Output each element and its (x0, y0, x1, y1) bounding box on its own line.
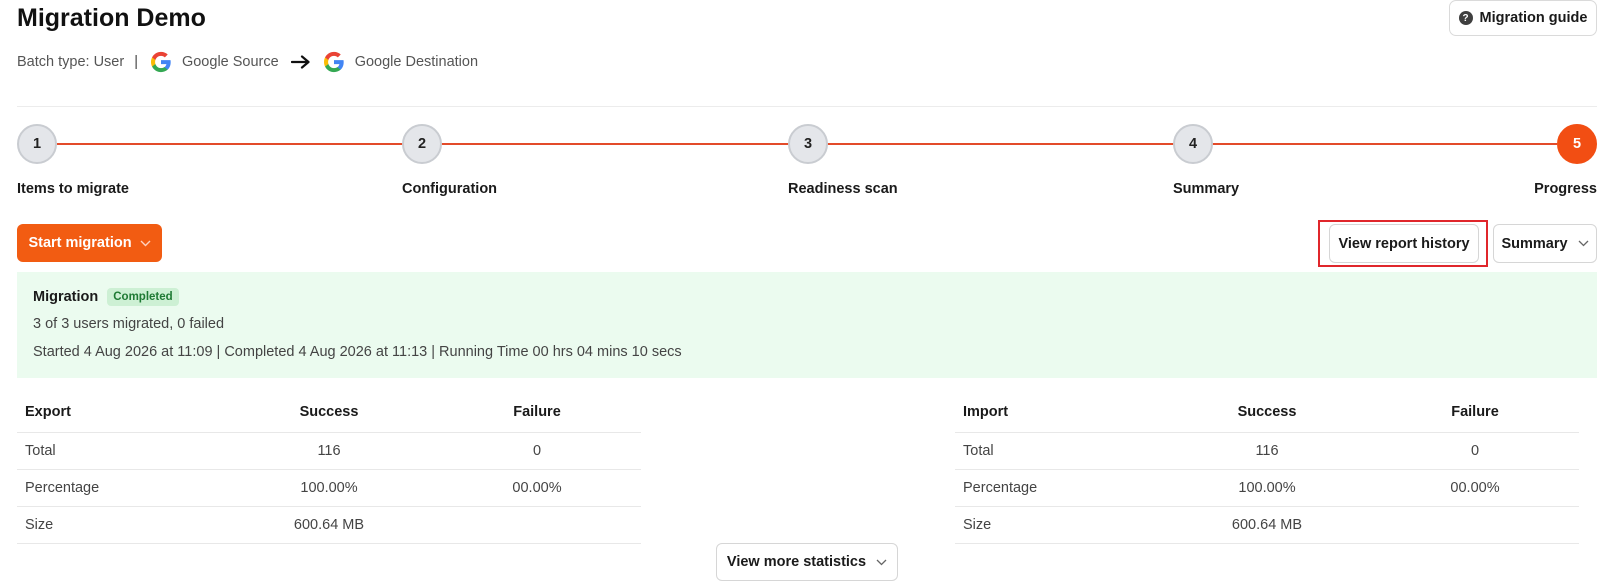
column-header: Failure (513, 404, 561, 420)
table-row: Total 116 0 (17, 431, 641, 469)
column-header: Success (1237, 404, 1297, 420)
migration-guide-button[interactable]: ? Migration guide (1449, 0, 1597, 36)
table-row: Size 600.64 MB (955, 505, 1579, 544)
status-badge: Completed (107, 288, 179, 306)
step-1[interactable]: 1 (17, 124, 57, 164)
view-more-statistics-button[interactable]: View more statistics (716, 543, 898, 581)
step-2[interactable]: 2 (402, 124, 442, 164)
column-header: Failure (1451, 404, 1499, 420)
chevron-down-icon (140, 240, 151, 246)
success-cell: 100.00% (225, 468, 433, 506)
source-label: Google Source (181, 54, 279, 70)
batch-separator: | (134, 54, 138, 70)
row-label: Size (955, 505, 1163, 544)
chevron-down-icon (876, 559, 887, 565)
table-row: Percentage 100.00% 00.00% (955, 468, 1579, 506)
status-timing: Started 4 Aug 2026 at 11:09 | Completed … (33, 344, 682, 360)
step-number: 5 (1572, 136, 1582, 152)
failure-cell: 00.00% (433, 468, 641, 506)
step-label-items: Items to migrate (17, 181, 129, 197)
table-header-row: Import Success Failure (955, 403, 1579, 432)
step-number: 4 (1188, 136, 1198, 152)
google-source-icon (150, 51, 171, 73)
success-cell: 116 (1163, 431, 1371, 469)
failure-cell: 0 (1371, 431, 1579, 469)
column-header: Success (299, 404, 359, 420)
table-row: Percentage 100.00% 00.00% (17, 468, 641, 506)
arrow-right-icon (290, 55, 310, 69)
help-circle-icon: ? (1458, 11, 1473, 25)
step-label-summary: Summary (1173, 181, 1240, 197)
step-number: 3 (803, 136, 813, 152)
success-cell: 116 (225, 431, 433, 469)
step-number: 1 (32, 136, 42, 152)
step-label-configuration: Configuration (402, 181, 498, 197)
row-label: Size (17, 505, 225, 544)
step-number: 2 (417, 136, 427, 152)
step-5[interactable]: 5 (1557, 124, 1597, 164)
chevron-down-icon (1578, 240, 1589, 247)
table-row: Total 116 0 (955, 431, 1579, 469)
step-label-progress: Progress (1534, 181, 1597, 197)
row-label: Total (955, 431, 1163, 469)
view-report-history-label: View report history (1338, 235, 1470, 252)
column-header: Import (963, 404, 1009, 420)
view-select-dropdown[interactable]: Summary (1493, 224, 1597, 263)
view-select-value: Summary (1501, 235, 1568, 252)
failure-cell (1371, 505, 1579, 544)
row-label: Total (17, 431, 225, 469)
view-more-statistics-label: View more statistics (726, 554, 867, 570)
success-cell: 600.64 MB (1163, 505, 1371, 544)
migration-guide-label: Migration guide (1479, 10, 1588, 26)
failure-cell (433, 505, 641, 544)
view-report-history-button[interactable]: View report history (1329, 224, 1479, 263)
table-row: Size 600.64 MB (17, 505, 641, 544)
row-label: Percentage (17, 468, 225, 506)
step-3[interactable]: 3 (788, 124, 828, 164)
migration-status-panel: Migration Completed 3 of 3 users migrate… (17, 272, 1597, 378)
batch-type-text: Batch type: User (17, 54, 125, 70)
failure-cell: 0 (433, 431, 641, 469)
step-label-readiness: Readiness scan (788, 181, 898, 197)
row-label: Percentage (955, 468, 1163, 506)
failure-cell: 00.00% (1371, 468, 1579, 506)
start-migration-button[interactable]: Start migration (17, 224, 162, 262)
step-4[interactable]: 4 (1173, 124, 1213, 164)
page-title: Migration Demo (17, 4, 206, 32)
success-cell: 600.64 MB (225, 505, 433, 544)
column-header: Export (25, 404, 71, 420)
table-header-row: Export Success Failure (17, 403, 641, 432)
success-cell: 100.00% (1163, 468, 1371, 506)
destination-label: Google Destination (354, 54, 479, 70)
status-title: Migration (33, 289, 99, 305)
start-migration-label: Start migration (28, 235, 132, 251)
export-stats-table: Export Success Failure Total 116 0 Perce… (17, 403, 641, 544)
header-divider (17, 106, 1597, 107)
import-stats-table: Import Success Failure Total 116 0 Perce… (955, 403, 1579, 544)
status-summary: 3 of 3 users migrated, 0 failed (33, 316, 225, 332)
google-destination-icon (323, 51, 344, 73)
batch-info: Batch type: User | Google Source Google … (17, 51, 478, 73)
